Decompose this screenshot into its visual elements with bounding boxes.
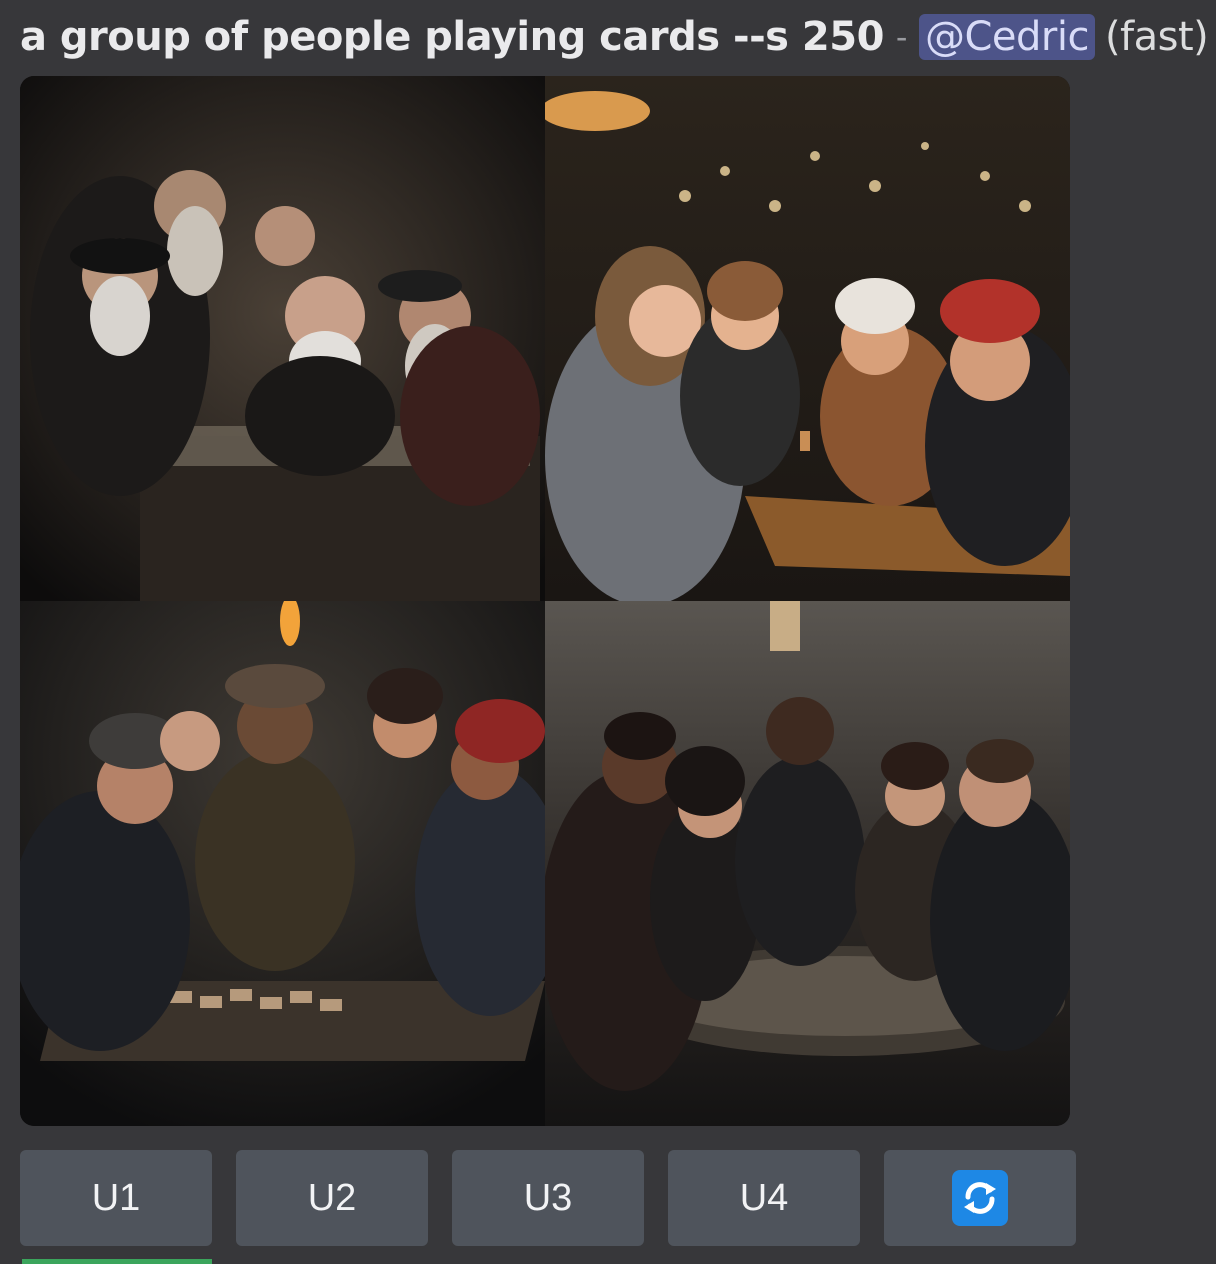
speed-label: (fast) xyxy=(1104,14,1209,60)
image-tile-3[interactable] xyxy=(20,601,545,1126)
image-tile-1[interactable] xyxy=(20,76,545,601)
image-tile-4[interactable] xyxy=(545,601,1070,1126)
reroll-button[interactable] xyxy=(884,1150,1076,1246)
image-tile-2[interactable] xyxy=(545,76,1070,601)
prompt-text: a group of people playing cards --s 250 xyxy=(20,14,884,60)
message-header: a group of people playing cards --s 250 … xyxy=(20,6,1209,68)
upscale-1-button[interactable]: U1 xyxy=(20,1150,212,1246)
user-mention[interactable]: @Cedric xyxy=(918,14,1095,60)
upscale-3-button[interactable]: U3 xyxy=(452,1150,644,1246)
separator: - xyxy=(895,18,908,56)
image-fantasy-card-game xyxy=(20,601,545,1126)
action-buttons: U1 U2 U3 U4 xyxy=(20,1150,1076,1246)
image-tavern-card-game xyxy=(545,601,1070,1126)
image-cafe-friends xyxy=(545,76,1070,601)
progress-indicator xyxy=(22,1259,212,1264)
upscale-2-button[interactable]: U2 xyxy=(236,1150,428,1246)
image-medieval-card-game xyxy=(20,76,545,601)
image-grid[interactable] xyxy=(20,76,1070,1126)
upscale-4-button[interactable]: U4 xyxy=(668,1150,860,1246)
reroll-icon xyxy=(952,1170,1008,1226)
